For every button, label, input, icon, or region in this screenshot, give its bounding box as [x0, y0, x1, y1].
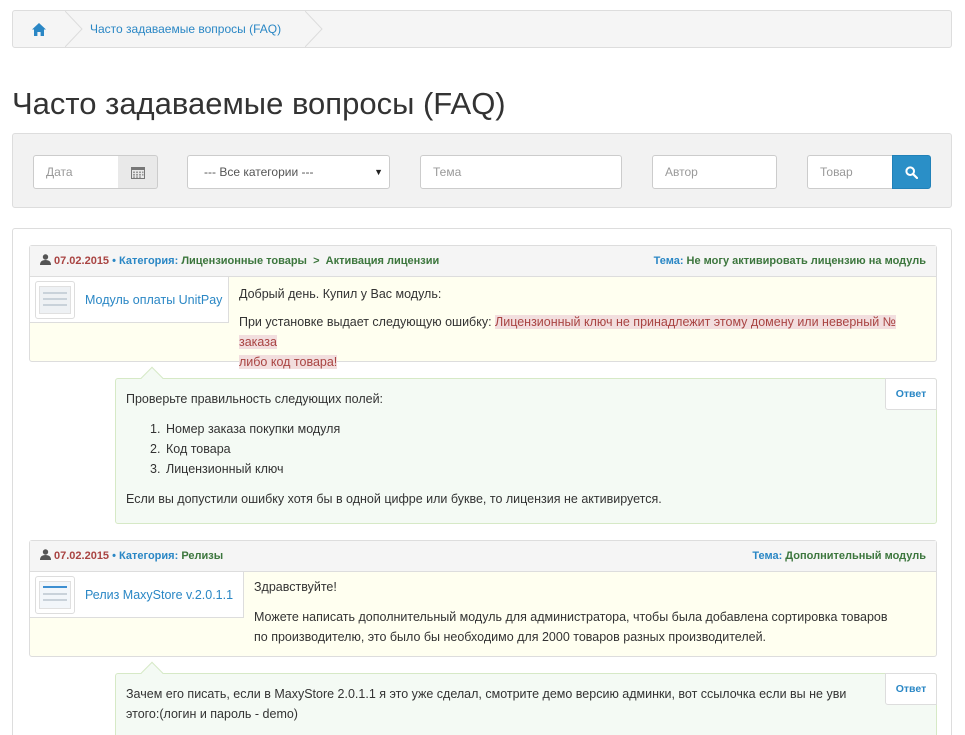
- calendar-icon: [130, 166, 145, 179]
- question-text-line: При установке выдает следующую ошибку:: [239, 315, 496, 329]
- category-label: Категория:: [119, 550, 179, 562]
- topic-value: Дополнительный модуль: [785, 550, 926, 562]
- question-header: 07.02.2015 • Категория: Релизы Тема: Доп…: [30, 541, 936, 572]
- category-link[interactable]: Релизы: [181, 550, 223, 562]
- question-text-line: Можете написать дополнительный модуль дл…: [254, 610, 888, 624]
- page-title: Часто задаваемые вопросы (FAQ): [12, 86, 506, 121]
- user-icon: [40, 549, 51, 560]
- author-filter-input[interactable]: Автор: [652, 155, 777, 189]
- search-button[interactable]: [892, 155, 931, 189]
- breadcrumb-current-link[interactable]: Часто задаваемые вопросы (FAQ): [90, 11, 281, 47]
- subcategory-link[interactable]: Активация лицензии: [326, 255, 440, 267]
- question-greeting: Здравствуйте!: [254, 580, 337, 594]
- question-topic: Тема: Дополнительный модуль: [752, 541, 926, 572]
- category-label: Категория:: [119, 255, 179, 267]
- answer-list: 1. Номер заказа покупки модуля 2. Код това…: [150, 419, 340, 479]
- breadcrumb-separator: [65, 11, 83, 47]
- date-filter-input[interactable]: Дата: [33, 155, 119, 189]
- answer-tag: Ответ: [885, 673, 937, 705]
- question-text: При установке выдает следующую ошибку: Л…: [239, 312, 929, 372]
- category-separator: >: [313, 255, 320, 267]
- question-header: 07.02.2015 • Категория: Лицензионные тов…: [30, 246, 936, 277]
- answer-card: Ответ Проверьте правильность следующих п…: [115, 366, 937, 524]
- breadcrumb: Часто задаваемые вопросы (FAQ): [12, 10, 952, 48]
- breadcrumb-home[interactable]: [13, 11, 65, 47]
- topic-value: Не могу активировать лицензию на модуль: [686, 255, 926, 267]
- faq-list: 07.02.2015 • Категория: Лицензионные тов…: [12, 228, 952, 735]
- answer-tag: Ответ: [885, 378, 937, 410]
- caret-down-icon: ▼: [374, 167, 383, 177]
- question-text-line: Добрый день. Купил у Вас модуль:: [239, 287, 442, 301]
- product-card[interactable]: Релиз MaxyStore v.2.0.1.1: [30, 572, 244, 618]
- answer-card: Ответ Зачем его писать, если в MaxyStore…: [115, 661, 937, 735]
- answer-intro: Проверьте правильность следующих полей:: [126, 392, 384, 406]
- home-icon: [32, 22, 46, 36]
- answer-text-line: этого:(логин и пароль - demo): [126, 707, 298, 721]
- category-select-value: --- Все категории ---: [204, 165, 314, 179]
- topic-filter-input[interactable]: Тема: [420, 155, 622, 189]
- question-card: 07.02.2015 • Категория: Релизы Тема: Доп…: [29, 540, 937, 657]
- product-thumbnail: [35, 575, 75, 614]
- question-date: 07.02.2015: [54, 255, 110, 267]
- product-link[interactable]: Релиз MaxyStore v.2.0.1.1: [85, 588, 233, 602]
- question-meta: 07.02.2015 • Категория: Лицензионные тов…: [40, 246, 439, 277]
- list-item: 1. Номер заказа покупки модуля: [150, 422, 341, 436]
- product-card[interactable]: Модуль оплаты UnitPay: [30, 277, 229, 323]
- question-text-line: по производителю, это было бы необходимо…: [254, 630, 767, 644]
- breadcrumb-separator: [305, 11, 323, 47]
- error-highlight: либо код товара!: [239, 355, 338, 369]
- product-link[interactable]: Модуль оплаты UnitPay: [85, 293, 222, 307]
- user-icon: [40, 254, 51, 265]
- answer-text-line: Зачем его писать, если в MaxyStore 2.0.1…: [126, 687, 847, 701]
- list-item: 3. Лицензионный ключ: [150, 462, 284, 476]
- topic-label: Тема:: [752, 550, 783, 562]
- filter-bar: Дата --- Все категории --- ▼ Тема Автор …: [12, 133, 952, 208]
- question-date: 07.02.2015: [54, 550, 110, 562]
- category-link[interactable]: Лицензионные товары: [181, 255, 307, 267]
- answer-outro: Если вы допустили ошибку хотя бы в одной…: [126, 492, 662, 506]
- question-card: 07.02.2015 • Категория: Лицензионные тов…: [29, 245, 937, 369]
- question-meta: 07.02.2015 • Категория: Релизы: [40, 541, 223, 572]
- category-select[interactable]: --- Все категории --- ▼: [187, 155, 390, 189]
- question-topic: Тема: Не могу активировать лицензию на м…: [654, 246, 926, 277]
- date-picker-button[interactable]: [118, 155, 158, 189]
- search-icon: [905, 165, 918, 179]
- list-item: 2. Код товара: [150, 442, 231, 456]
- product-thumbnail: [35, 280, 75, 319]
- topic-label: Тема:: [653, 255, 684, 267]
- product-filter-input[interactable]: Товар: [807, 155, 893, 189]
